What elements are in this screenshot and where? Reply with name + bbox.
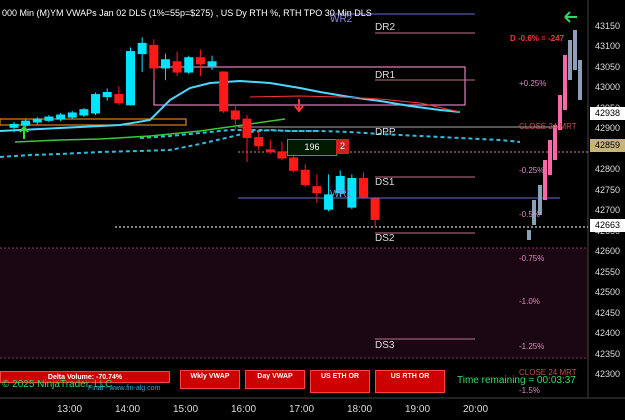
candle-body xyxy=(195,57,205,65)
price-tick-label: 42700 xyxy=(595,205,621,216)
candle-body xyxy=(277,151,287,159)
price-marker-box: 42663 xyxy=(590,219,625,233)
candle-body xyxy=(265,149,275,153)
price-tick-label: 42300 xyxy=(595,369,621,379)
pct-minus-15-label: -1.5% xyxy=(519,386,540,395)
candle-body xyxy=(160,59,170,69)
price-tick-label: 42350 xyxy=(595,348,621,359)
price-tick-label: 43150 xyxy=(595,21,621,31)
pivot-dr1-label: DR1 xyxy=(375,70,396,81)
chart-title: 000 Min (M)YM VWAPs Jan 02 DLS (1%=55p=$… xyxy=(2,8,372,18)
candle-body xyxy=(289,157,299,171)
candle-body xyxy=(254,137,264,147)
close-top-label: CLOSE 24 MRT xyxy=(519,122,577,131)
chart-window: 000 Min (M)YM VWAPs Jan 02 DLS (1%=55p=$… xyxy=(0,0,625,420)
candle-body xyxy=(207,61,217,67)
candle-body xyxy=(137,42,147,55)
candle-body xyxy=(9,123,19,128)
pct-minus-025-label: -0.25% xyxy=(519,166,545,175)
price-tick-label: 42500 xyxy=(595,287,621,298)
us-eth-or-button[interactable]: US ETH OR xyxy=(310,370,370,393)
delta-percent-label: D -0.6% = -247 xyxy=(510,34,565,43)
pivot-dr2-label: DR2 xyxy=(375,22,396,33)
time-tick-label: 19:00 xyxy=(405,404,431,415)
price-marker-box: 42938 xyxy=(590,106,625,120)
candle-body xyxy=(184,57,194,73)
profile-bar xyxy=(578,60,582,100)
pct-minus-125-label: -1.25% xyxy=(519,342,545,351)
price-tick-label: 43000 xyxy=(595,82,621,93)
pct-minus-05-label: -0.5% xyxy=(519,210,540,219)
price-tick-label: 43100 xyxy=(595,41,621,52)
candle-body xyxy=(44,116,54,121)
candle-body xyxy=(219,71,229,112)
time-remaining-label: Time remaining = 00:03:37 xyxy=(457,375,576,386)
pct-minus-10-label: -1.0% xyxy=(519,297,540,306)
day-vwap-button[interactable]: Day VWAP xyxy=(245,370,305,389)
price-tick-label: 42550 xyxy=(595,266,621,277)
time-tick-label: 13:00 xyxy=(57,404,83,415)
candle-body xyxy=(91,94,101,114)
profile-bar xyxy=(573,30,577,70)
candle-body xyxy=(172,61,182,73)
time-tick-label: 17:00 xyxy=(289,404,315,415)
profile-bar xyxy=(563,55,567,110)
order-quantity-box[interactable]: 196 xyxy=(287,139,337,156)
arrow-up-icon xyxy=(19,124,29,145)
pivot-dpp-label: DPP xyxy=(375,127,396,138)
price-tick-label: 42450 xyxy=(595,307,621,318)
candle-body xyxy=(312,186,322,194)
time-tick-label: 16:00 xyxy=(231,404,257,415)
time-tick-label: 18:00 xyxy=(347,404,373,415)
pct-plus-025-label: +0.25% xyxy=(519,79,547,88)
profile-bar xyxy=(548,140,552,175)
profile-bar xyxy=(568,40,572,80)
profile-bar xyxy=(527,230,531,240)
candle-body xyxy=(114,94,124,104)
candle-body xyxy=(230,110,240,120)
candle-body xyxy=(149,44,159,69)
price-tick-label: 43050 xyxy=(595,61,621,72)
order-count-badge[interactable]: 2 xyxy=(336,139,349,154)
arrow-down-icon xyxy=(293,98,305,119)
pivot-wr1-label: WR1 xyxy=(330,189,353,200)
candle-body xyxy=(370,198,380,220)
candle-body xyxy=(67,112,77,118)
pct-minus-075-label: -0.75% xyxy=(519,254,545,263)
price-tick-label: 42750 xyxy=(595,184,621,195)
dashed-vwap-left xyxy=(0,128,320,158)
candle-body xyxy=(102,92,112,98)
us-rth-or-button[interactable]: US RTH OR xyxy=(375,370,445,393)
candle-body xyxy=(300,169,310,186)
pivot-wr2-label: WR2 xyxy=(330,14,353,25)
time-tick-label: 14:00 xyxy=(115,404,141,415)
final-label: Final - www.fin-alg.com xyxy=(88,385,161,392)
wkly-vwap-button[interactable]: Wkly VWAP xyxy=(180,370,240,389)
price-tick-label: 42900 xyxy=(595,123,621,134)
candle-body xyxy=(32,118,42,123)
price-tick-label: 42400 xyxy=(595,328,621,339)
vwap-line xyxy=(0,79,461,132)
arrow-left-icon[interactable] xyxy=(562,8,580,31)
time-tick-label: 15:00 xyxy=(173,404,199,415)
time-tick-label: 20:00 xyxy=(463,404,489,415)
candle-body xyxy=(359,177,368,198)
price-tick-label: 42800 xyxy=(595,164,621,175)
pivot-ds3-label: DS3 xyxy=(375,340,395,351)
price-marker-box: 42859 xyxy=(590,139,625,153)
candle-body xyxy=(56,114,66,120)
pivot-ds2-label: DS2 xyxy=(375,233,395,244)
pivot-ds1-label: DS1 xyxy=(375,177,395,188)
price-tick-label: 42600 xyxy=(595,246,621,257)
candle-body xyxy=(126,51,135,106)
lower-zone xyxy=(0,248,588,358)
candle-body xyxy=(242,118,252,139)
candle-body xyxy=(79,109,89,116)
